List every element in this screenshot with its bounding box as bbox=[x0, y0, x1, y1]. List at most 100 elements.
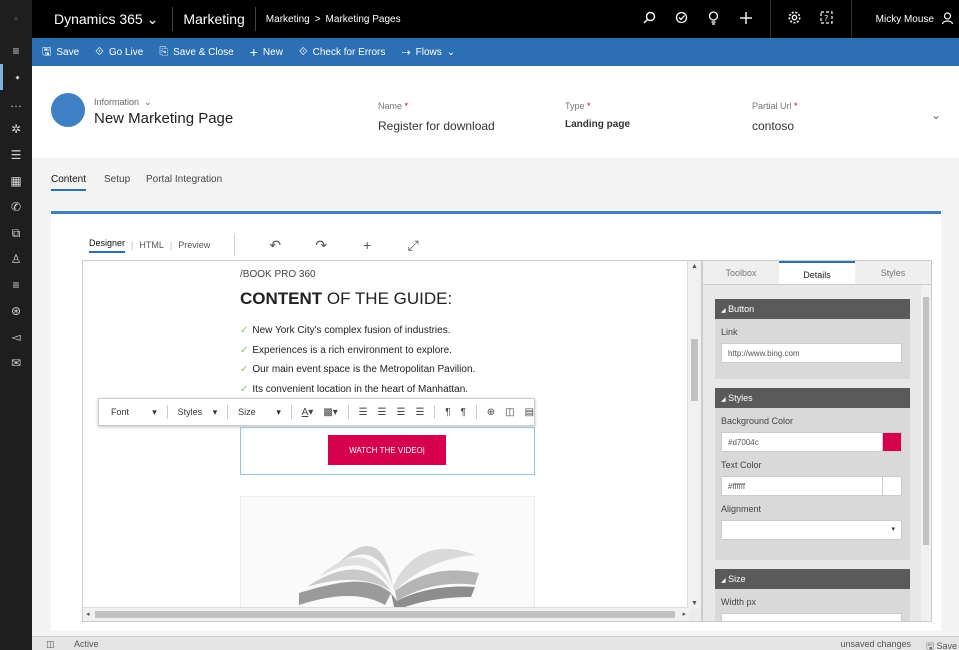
expand-header-chevron-icon[interactable]: ⌄ bbox=[931, 108, 941, 122]
tab-content[interactable]: Content bbox=[51, 174, 87, 191]
lines-icon[interactable]: ≡ bbox=[0, 272, 32, 298]
view-designer[interactable]: Designer bbox=[89, 238, 126, 253]
flows-button[interactable]: ⇢ Flows ⌄ bbox=[401, 46, 455, 59]
canvas-vertical-scrollbar[interactable]: ▲ ▼ bbox=[687, 261, 701, 609]
status-save-button[interactable]: 🖫 Save bbox=[926, 639, 957, 650]
header-field-partial-url[interactable]: Partial Url * contoso bbox=[752, 101, 798, 133]
mail-icon[interactable]: ✉ bbox=[0, 350, 32, 376]
width-input[interactable] bbox=[721, 613, 902, 621]
lightbulb-icon[interactable] bbox=[698, 10, 730, 28]
watch-video-button[interactable]: WATCH THE VIDEO| bbox=[328, 435, 446, 465]
status-bar: ◫ Active unsaved changes 🖫 Save bbox=[32, 636, 959, 650]
bullet-list[interactable]: ✓ New York City's complex fusion of indus… bbox=[240, 321, 475, 399]
check-errors-button[interactable]: ⟐ Check for Errors bbox=[299, 46, 385, 59]
brand-menu[interactable]: Dynamics 365 ⌄ bbox=[32, 7, 174, 31]
source-icon[interactable]: ◫ bbox=[505, 407, 514, 418]
eyebrow-text[interactable]: /BOOK PRO 360 bbox=[240, 269, 316, 280]
contact-icon[interactable]: ♙ bbox=[0, 246, 32, 272]
tab-portal-integration[interactable]: Portal Integration bbox=[146, 174, 222, 185]
megaphone-icon[interactable]: ◅ bbox=[0, 324, 32, 350]
go-live-button[interactable]: ⟐ Go Live bbox=[95, 46, 143, 59]
save-close-button[interactable]: ⎘ Save & Close bbox=[159, 46, 233, 59]
divider bbox=[227, 405, 229, 419]
pin-icon[interactable]: ⬩ bbox=[0, 64, 32, 90]
app-name[interactable]: Marketing bbox=[173, 7, 256, 31]
calendar-icon[interactable]: ▦ bbox=[0, 168, 32, 194]
align-right-icon[interactable]: ☰ bbox=[397, 407, 406, 418]
save-button[interactable]: 🖫 Save bbox=[42, 43, 79, 62]
new-button[interactable]: + New bbox=[250, 44, 283, 60]
section-header[interactable]: ◢ Size bbox=[715, 569, 910, 589]
font-dropdown[interactable]: Font ▾ bbox=[111, 407, 157, 418]
content-heading[interactable]: CONTENT OF THE GUIDE: bbox=[240, 289, 452, 309]
header-field-type[interactable]: Type * Landing page bbox=[565, 101, 630, 130]
content-card: Designer | HTML | Preview ↶ ↷ + ⤢ /BOOK … bbox=[51, 211, 941, 631]
divider bbox=[850, 0, 852, 38]
alignment-select[interactable]: ▾ bbox=[721, 520, 902, 540]
header-field-name[interactable]: Name * Register for download bbox=[378, 101, 495, 133]
rtl-icon[interactable]: ¶ bbox=[461, 407, 466, 418]
scroll-down-icon[interactable]: ▼ bbox=[691, 600, 698, 607]
form-selector[interactable]: Information ⌄ bbox=[94, 97, 152, 108]
background-color-swatch[interactable] bbox=[882, 432, 902, 452]
canvas-horizontal-scrollbar[interactable]: ◂ ▸ bbox=[83, 607, 689, 621]
tab-toolbox[interactable]: Toolbox bbox=[703, 261, 779, 284]
section-header[interactable]: ◢ Styles bbox=[715, 388, 910, 408]
view-html[interactable]: HTML bbox=[139, 240, 164, 250]
breadcrumb-item[interactable]: Marketing Pages bbox=[326, 14, 401, 25]
justify-icon[interactable]: ☰ bbox=[415, 407, 424, 418]
menu-icon[interactable]: ≡ bbox=[0, 38, 32, 64]
scroll-thumb[interactable] bbox=[923, 297, 929, 545]
text-color-swatch[interactable] bbox=[882, 476, 902, 496]
align-center-icon[interactable]: ☰ bbox=[378, 407, 387, 418]
save-icon: 🖫 bbox=[42, 45, 52, 58]
search-icon[interactable] bbox=[634, 11, 666, 27]
scroll-thumb[interactable] bbox=[691, 339, 698, 401]
globe-icon[interactable]: ⊛ bbox=[0, 298, 32, 324]
link-input[interactable]: http://www.bing.com bbox=[721, 343, 902, 363]
ltr-icon[interactable]: ¶ bbox=[445, 407, 450, 418]
tab-setup[interactable]: Setup bbox=[104, 174, 130, 185]
styles-dropdown[interactable]: Styles ▾ bbox=[178, 407, 218, 418]
size-dropdown[interactable]: Size ▾ bbox=[238, 407, 281, 418]
breadcrumb-item[interactable]: Marketing bbox=[266, 14, 310, 25]
tab-details[interactable]: Details bbox=[779, 261, 855, 284]
image-block[interactable] bbox=[240, 496, 535, 616]
list-icon[interactable]: ☰ bbox=[0, 142, 32, 168]
undo-icon[interactable]: ↶ bbox=[255, 237, 295, 254]
align-left-icon[interactable]: ☰ bbox=[359, 407, 368, 418]
help-icon[interactable]: ? bbox=[811, 11, 843, 27]
background-color-icon[interactable]: ▩▾ bbox=[323, 407, 337, 418]
design-canvas[interactable]: /BOOK PRO 360 CONTENT OF THE GUIDE: ✓ New… bbox=[82, 260, 702, 622]
button-block[interactable]: WATCH THE VIDEO| bbox=[240, 427, 535, 475]
scroll-right-icon[interactable]: ▸ bbox=[682, 610, 686, 618]
command-bar: 🖫 Save ⟐ Go Live ⎘ Save & Close + New ⟐ … bbox=[32, 38, 959, 66]
segment-icon[interactable]: ⧉ bbox=[0, 220, 32, 246]
app-launcher-icon[interactable]: ▫ bbox=[0, 0, 32, 38]
tab-styles[interactable]: Styles bbox=[855, 261, 931, 284]
anchor-icon[interactable]: ⊕ bbox=[487, 407, 495, 418]
redo-icon[interactable]: ↷ bbox=[301, 237, 341, 254]
settings-icon[interactable] bbox=[779, 11, 811, 27]
properties-panel: Toolbox Details Styles ◢ Button Link htt… bbox=[702, 260, 932, 622]
scroll-left-icon[interactable]: ◂ bbox=[86, 610, 90, 618]
scroll-thumb[interactable] bbox=[95, 611, 675, 618]
scroll-up-icon[interactable]: ▲ bbox=[691, 263, 698, 270]
chevron-down-icon: ⌄ bbox=[141, 97, 152, 107]
user-menu[interactable]: Micky Mouse bbox=[860, 11, 959, 27]
section-header[interactable]: ◢ Button bbox=[715, 299, 910, 319]
background-color-input[interactable]: #d7004c bbox=[721, 432, 902, 452]
plus-icon[interactable] bbox=[730, 11, 762, 27]
list-item: ✓ Our main event space is the Metropolita… bbox=[240, 360, 475, 380]
fullscreen-icon[interactable]: ⤢ bbox=[393, 237, 433, 254]
task-icon[interactable] bbox=[666, 11, 698, 27]
panel-scrollbar[interactable] bbox=[921, 285, 931, 621]
view-preview[interactable]: Preview bbox=[178, 240, 210, 250]
more-icon[interactable]: … bbox=[0, 90, 32, 116]
text-color-icon[interactable]: A▾ bbox=[302, 407, 314, 418]
settings-gear-icon[interactable]: ✲ bbox=[0, 116, 32, 142]
block-icon[interactable]: ▤ bbox=[525, 407, 534, 418]
add-icon[interactable]: + bbox=[347, 237, 387, 253]
text-color-input[interactable]: #ffffff bbox=[721, 476, 902, 496]
phone-icon[interactable]: ✆ bbox=[0, 194, 32, 220]
